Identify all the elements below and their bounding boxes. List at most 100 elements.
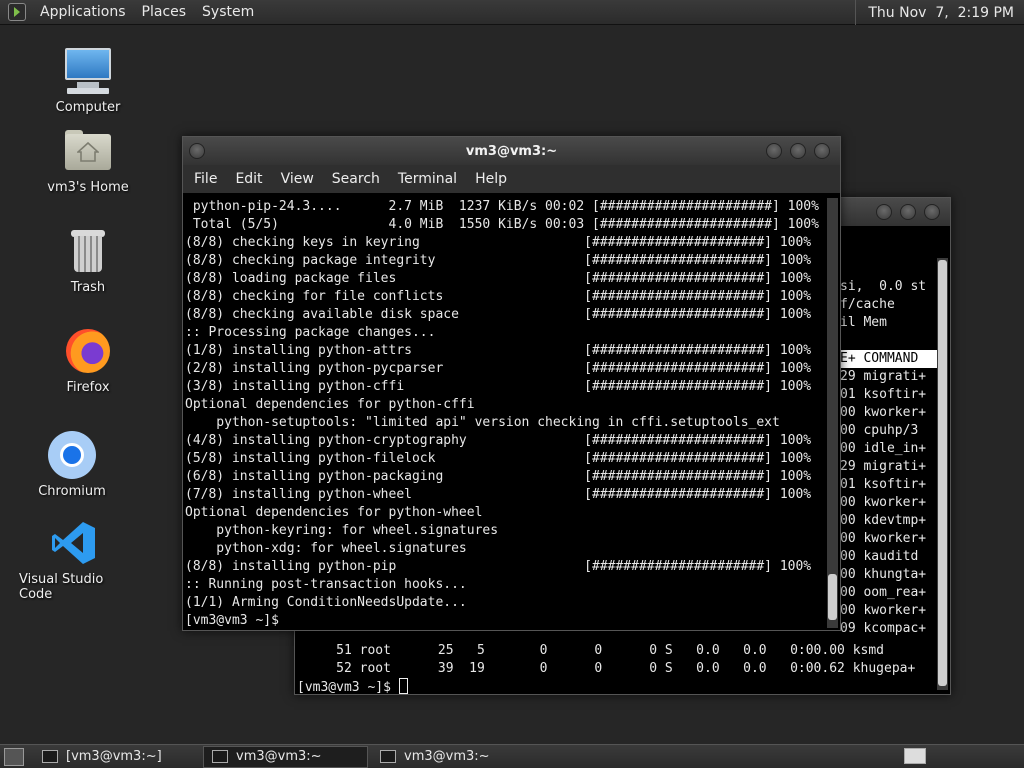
menu-search[interactable]: Search <box>323 171 389 187</box>
desktop-icon-label: vm3's Home <box>47 180 129 195</box>
taskbar-task[interactable]: [vm3@vm3:~] <box>34 746 199 768</box>
terminal-line: si, 0.0 st <box>840 279 927 294</box>
terminal-line: :: Processing package changes... <box>185 325 436 340</box>
terminal-line: (8/8) checking keys in keyring [########… <box>185 235 812 250</box>
back-scrollbar[interactable] <box>937 258 948 690</box>
task-label: vm3@vm3:~ <box>404 749 490 764</box>
terminal-line: python-keyring: for wheel.signatures <box>185 523 499 538</box>
maximize-button[interactable] <box>900 204 916 220</box>
terminal-line: 09 kcompac+ <box>840 621 927 636</box>
minimize-button[interactable] <box>876 204 892 220</box>
minimize-button[interactable] <box>766 143 782 159</box>
taskbar: [vm3@vm3:~] vm3@vm3:~ vm3@vm3:~ <box>0 744 1024 768</box>
scrollbar-thumb[interactable] <box>938 260 947 686</box>
terminal-line: (6/8) installing python-packaging [#####… <box>185 469 812 484</box>
terminal-line: (1/8) installing python-attrs [#########… <box>185 343 812 358</box>
desktop-icon-label: Visual Studio Code <box>19 572 104 602</box>
menu-terminal[interactable]: Terminal <box>389 171 466 187</box>
terminal-line: 00 cpuhp/3 <box>840 423 919 438</box>
close-button[interactable] <box>814 143 830 159</box>
terminal-line: 00 idle_in+ <box>840 441 927 456</box>
terminal-line: (8/8) checking package integrity [######… <box>185 253 812 268</box>
distro-logo-icon[interactable] <box>8 3 26 21</box>
clock[interactable]: Thu Nov 7, 2:19 PM <box>855 0 1024 25</box>
terminal-line: 00 kworker+ <box>840 405 927 420</box>
menu-help[interactable]: Help <box>466 171 516 187</box>
scrollbar-thumb[interactable] <box>828 574 837 620</box>
terminal-line: Total (5/5) 4.0 MiB 1550 KiB/s 00:03 [##… <box>185 217 819 232</box>
text-cursor <box>398 678 408 694</box>
terminal-line: il Mem <box>840 315 887 330</box>
terminal-line: (3/8) installing python-cffi [##########… <box>185 379 812 394</box>
desktop-icon-label: Computer <box>55 100 121 115</box>
desktop-icon-trash[interactable]: Trash <box>33 226 143 295</box>
desktop-icon-label: Firefox <box>66 380 110 395</box>
terminal-line: 29 migrati+ <box>840 369 927 384</box>
terminal-line: python-pip-24.3.... 2.7 MiB 1237 KiB/s 0… <box>185 199 819 214</box>
desktop-icon-computer[interactable]: Computer <box>33 46 143 115</box>
terminal-line: python-setuptools: "limited api" version… <box>185 415 780 430</box>
front-terminal-window[interactable]: vm3@vm3:~ File Edit View Search Terminal… <box>182 136 841 631</box>
terminal-line: 00 oom_rea+ <box>840 585 927 600</box>
terminal-icon <box>380 750 396 763</box>
menu-file[interactable]: File <box>185 171 226 187</box>
terminal-line: 29 migrati+ <box>840 459 927 474</box>
task-label: vm3@vm3:~ <box>236 749 322 764</box>
menu-edit[interactable]: Edit <box>226 171 271 187</box>
workspace-switcher[interactable] <box>904 748 926 764</box>
vscode-icon <box>49 518 99 568</box>
terminal-line: 00 kworker+ <box>840 603 927 618</box>
terminal-prompt: [vm3@vm3 ~]$ <box>185 613 287 628</box>
terminal-line: Optional dependencies for python-wheel <box>185 505 483 520</box>
terminal-line: (8/8) checking available disk space [###… <box>185 307 812 322</box>
terminal-line: 52 root 39 19 0 0 0 S 0.0 0.0 0:00.62 kh… <box>297 661 916 676</box>
terminal-line: 00 kworker+ <box>840 531 927 546</box>
taskbar-task-active[interactable]: vm3@vm3:~ <box>203 745 368 768</box>
terminal-line: (4/8) installing python-cryptography [##… <box>185 433 812 448</box>
menu-system[interactable]: System <box>194 4 262 20</box>
front-terminal-output[interactable]: python-pip-24.3.... 2.7 MiB 1237 KiB/s 0… <box>185 198 827 630</box>
terminal-icon <box>212 750 228 763</box>
terminal-menubar: File Edit View Search Terminal Help <box>183 165 840 193</box>
front-scrollbar[interactable] <box>827 198 838 628</box>
taskbar-task[interactable]: vm3@vm3:~ <box>372 746 537 768</box>
home-folder-icon <box>63 126 113 176</box>
terminal-line: python-xdg: for wheel.signatures <box>185 541 467 556</box>
maximize-button[interactable] <box>790 143 806 159</box>
terminal-line: Optional dependencies for python-cffi <box>185 397 475 412</box>
close-button[interactable] <box>924 204 940 220</box>
terminal-line: 00 kdevtmp+ <box>840 513 927 528</box>
window-title: vm3@vm3:~ <box>465 143 558 159</box>
menu-view[interactable]: View <box>272 171 323 187</box>
front-window-titlebar[interactable]: vm3@vm3:~ <box>183 137 840 165</box>
terminal-line: 00 khungta+ <box>840 567 927 582</box>
terminal-line: 00 kauditd <box>840 549 919 564</box>
desktop-icon-label: Chromium <box>38 484 106 499</box>
back-terminal-prompt[interactable]: [vm3@vm3 ~]$ <box>297 678 408 694</box>
window-menu-button[interactable] <box>189 143 205 159</box>
task-label: [vm3@vm3:~] <box>66 749 162 764</box>
show-desktop-icon[interactable] <box>4 747 24 766</box>
trash-icon <box>63 226 113 276</box>
chromium-icon <box>47 430 97 480</box>
menu-applications[interactable]: Applications <box>32 4 134 20</box>
desktop-icon-label: Trash <box>70 280 106 295</box>
terminal-line: (8/8) installing python-pip [###########… <box>185 559 812 574</box>
desktop-icon-firefox[interactable]: Firefox <box>33 326 143 395</box>
desktop-icon-home[interactable]: vm3's Home <box>33 126 143 195</box>
terminal-line: (1/1) Arming ConditionNeedsUpdate... <box>185 595 467 610</box>
desktop-icon-chromium[interactable]: Chromium <box>17 430 127 499</box>
top-panel: Applications Places System Thu Nov 7, 2:… <box>0 0 1024 25</box>
terminal-line: 01 ksoftir+ <box>840 477 927 492</box>
menu-places[interactable]: Places <box>134 4 195 20</box>
terminal-line: (5/8) installing python-filelock [######… <box>185 451 812 466</box>
terminal-line: 01 ksoftir+ <box>840 387 927 402</box>
firefox-icon <box>63 326 113 376</box>
terminal-line: (8/8) checking for file conflicts [#####… <box>185 289 812 304</box>
terminal-line: (7/8) installing python-wheel [#########… <box>185 487 812 502</box>
terminal-line: (2/8) installing python-pycparser [#####… <box>185 361 812 376</box>
terminal-line: 51 root 25 5 0 0 0 S 0.0 0.0 0:00.00 ksm… <box>297 643 884 658</box>
desktop-icon-vscode[interactable]: Visual Studio Code <box>19 518 129 602</box>
terminal-line: 00 kworker+ <box>840 495 927 510</box>
prompt-text: [vm3@vm3 ~]$ <box>297 680 399 694</box>
